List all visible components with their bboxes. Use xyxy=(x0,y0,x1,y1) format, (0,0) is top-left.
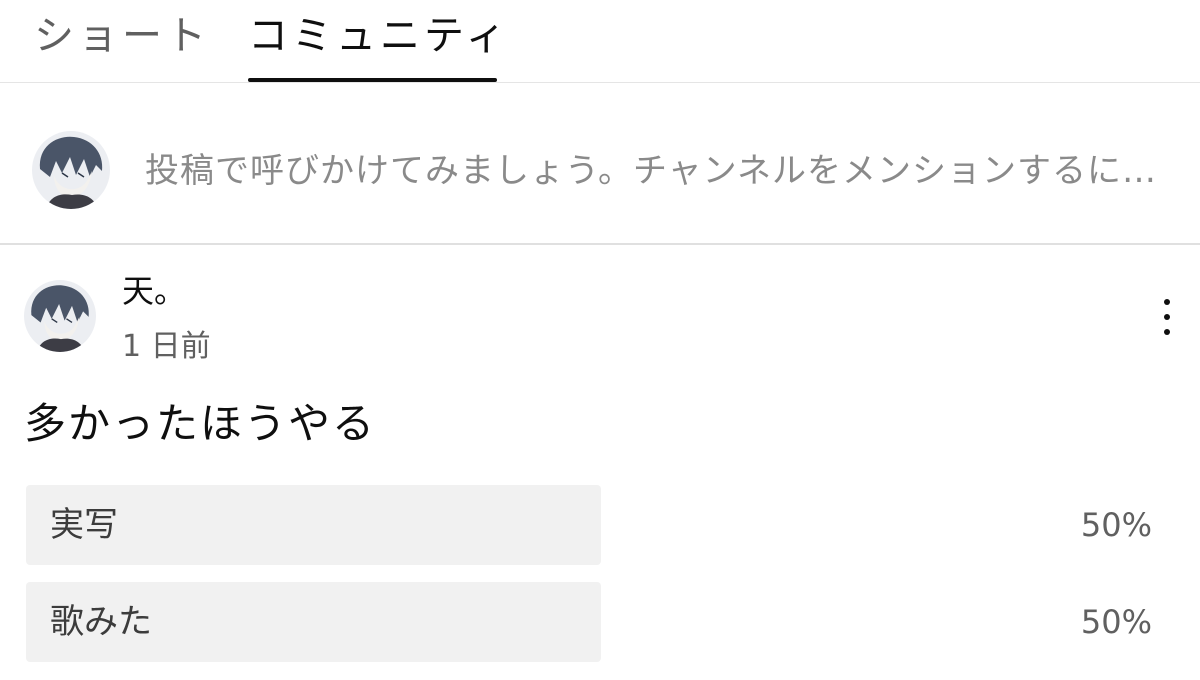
avatar-illustration-icon xyxy=(24,280,96,352)
poll-option-percent: 50% xyxy=(1080,506,1152,544)
channel-tabs: ショート コミュニティ xyxy=(0,0,1200,83)
poll-option-label: 実写 xyxy=(50,505,118,545)
community-post: 天。 1 日前 多かったほうやる 実写 50% 歌みた 50% xyxy=(0,245,1200,680)
tab-community-label: コミュニティ xyxy=(248,13,510,59)
post-composer[interactable]: 投稿で呼びかけてみましょう。チャンネルをメンションするに… xyxy=(0,83,1200,245)
author-avatar[interactable] xyxy=(24,280,96,352)
poll-option-percent: 50% xyxy=(1080,603,1152,641)
post-author-name[interactable]: 天。 xyxy=(122,269,186,313)
user-avatar xyxy=(32,131,110,209)
poll-option[interactable]: 歌みた 50% xyxy=(26,582,1176,662)
poll-option[interactable]: 実写 50% xyxy=(26,485,1176,565)
avatar-illustration-icon xyxy=(32,131,110,209)
more-vertical-icon[interactable] xyxy=(1150,297,1184,337)
tab-community[interactable]: コミュニティ xyxy=(248,10,506,82)
tab-shorts[interactable]: ショート xyxy=(34,10,210,82)
active-tab-indicator xyxy=(248,78,497,82)
post-text: 多かったほうやる xyxy=(24,399,377,448)
composer-input-placeholder[interactable]: 投稿で呼びかけてみましょう。チャンネルをメンションするに… xyxy=(145,147,1180,195)
post-timestamp: 1 日前 xyxy=(122,329,211,364)
poll-option-label: 歌みた xyxy=(50,602,152,642)
